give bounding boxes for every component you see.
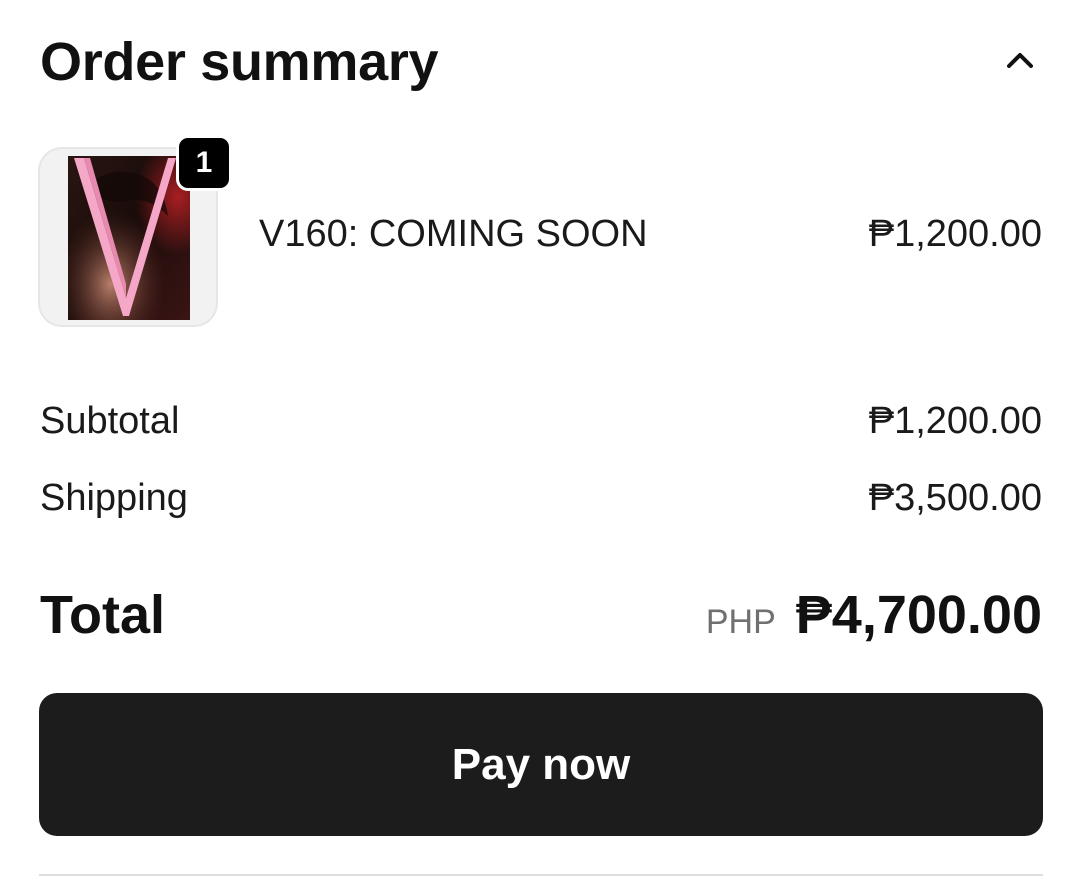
chevron-up-icon [1006,51,1034,74]
subtotal-label: Subtotal [40,400,180,442]
total-amount: ₱4,700.00 [795,585,1042,645]
currency-code: PHP [705,603,776,641]
divider [39,874,1043,876]
product-name: V160: COMING SOON [259,213,648,255]
total-amount-group: PHP ₱4,700.00 [706,580,1042,650]
quantity-badge: 1 [176,135,232,191]
product-price: ₱1,200.00 [868,213,1042,255]
collapse-toggle-button[interactable] [998,40,1042,84]
order-summary-header: Order summary [40,26,1042,98]
page-title: Order summary [40,32,439,92]
shipping-label: Shipping [40,477,188,519]
product-cover-image [68,156,190,320]
pay-now-button[interactable]: Pay now [39,693,1043,836]
shipping-value: ₱3,500.00 [868,477,1042,519]
total-label: Total [40,585,165,645]
subtotal-value: ₱1,200.00 [868,400,1042,442]
